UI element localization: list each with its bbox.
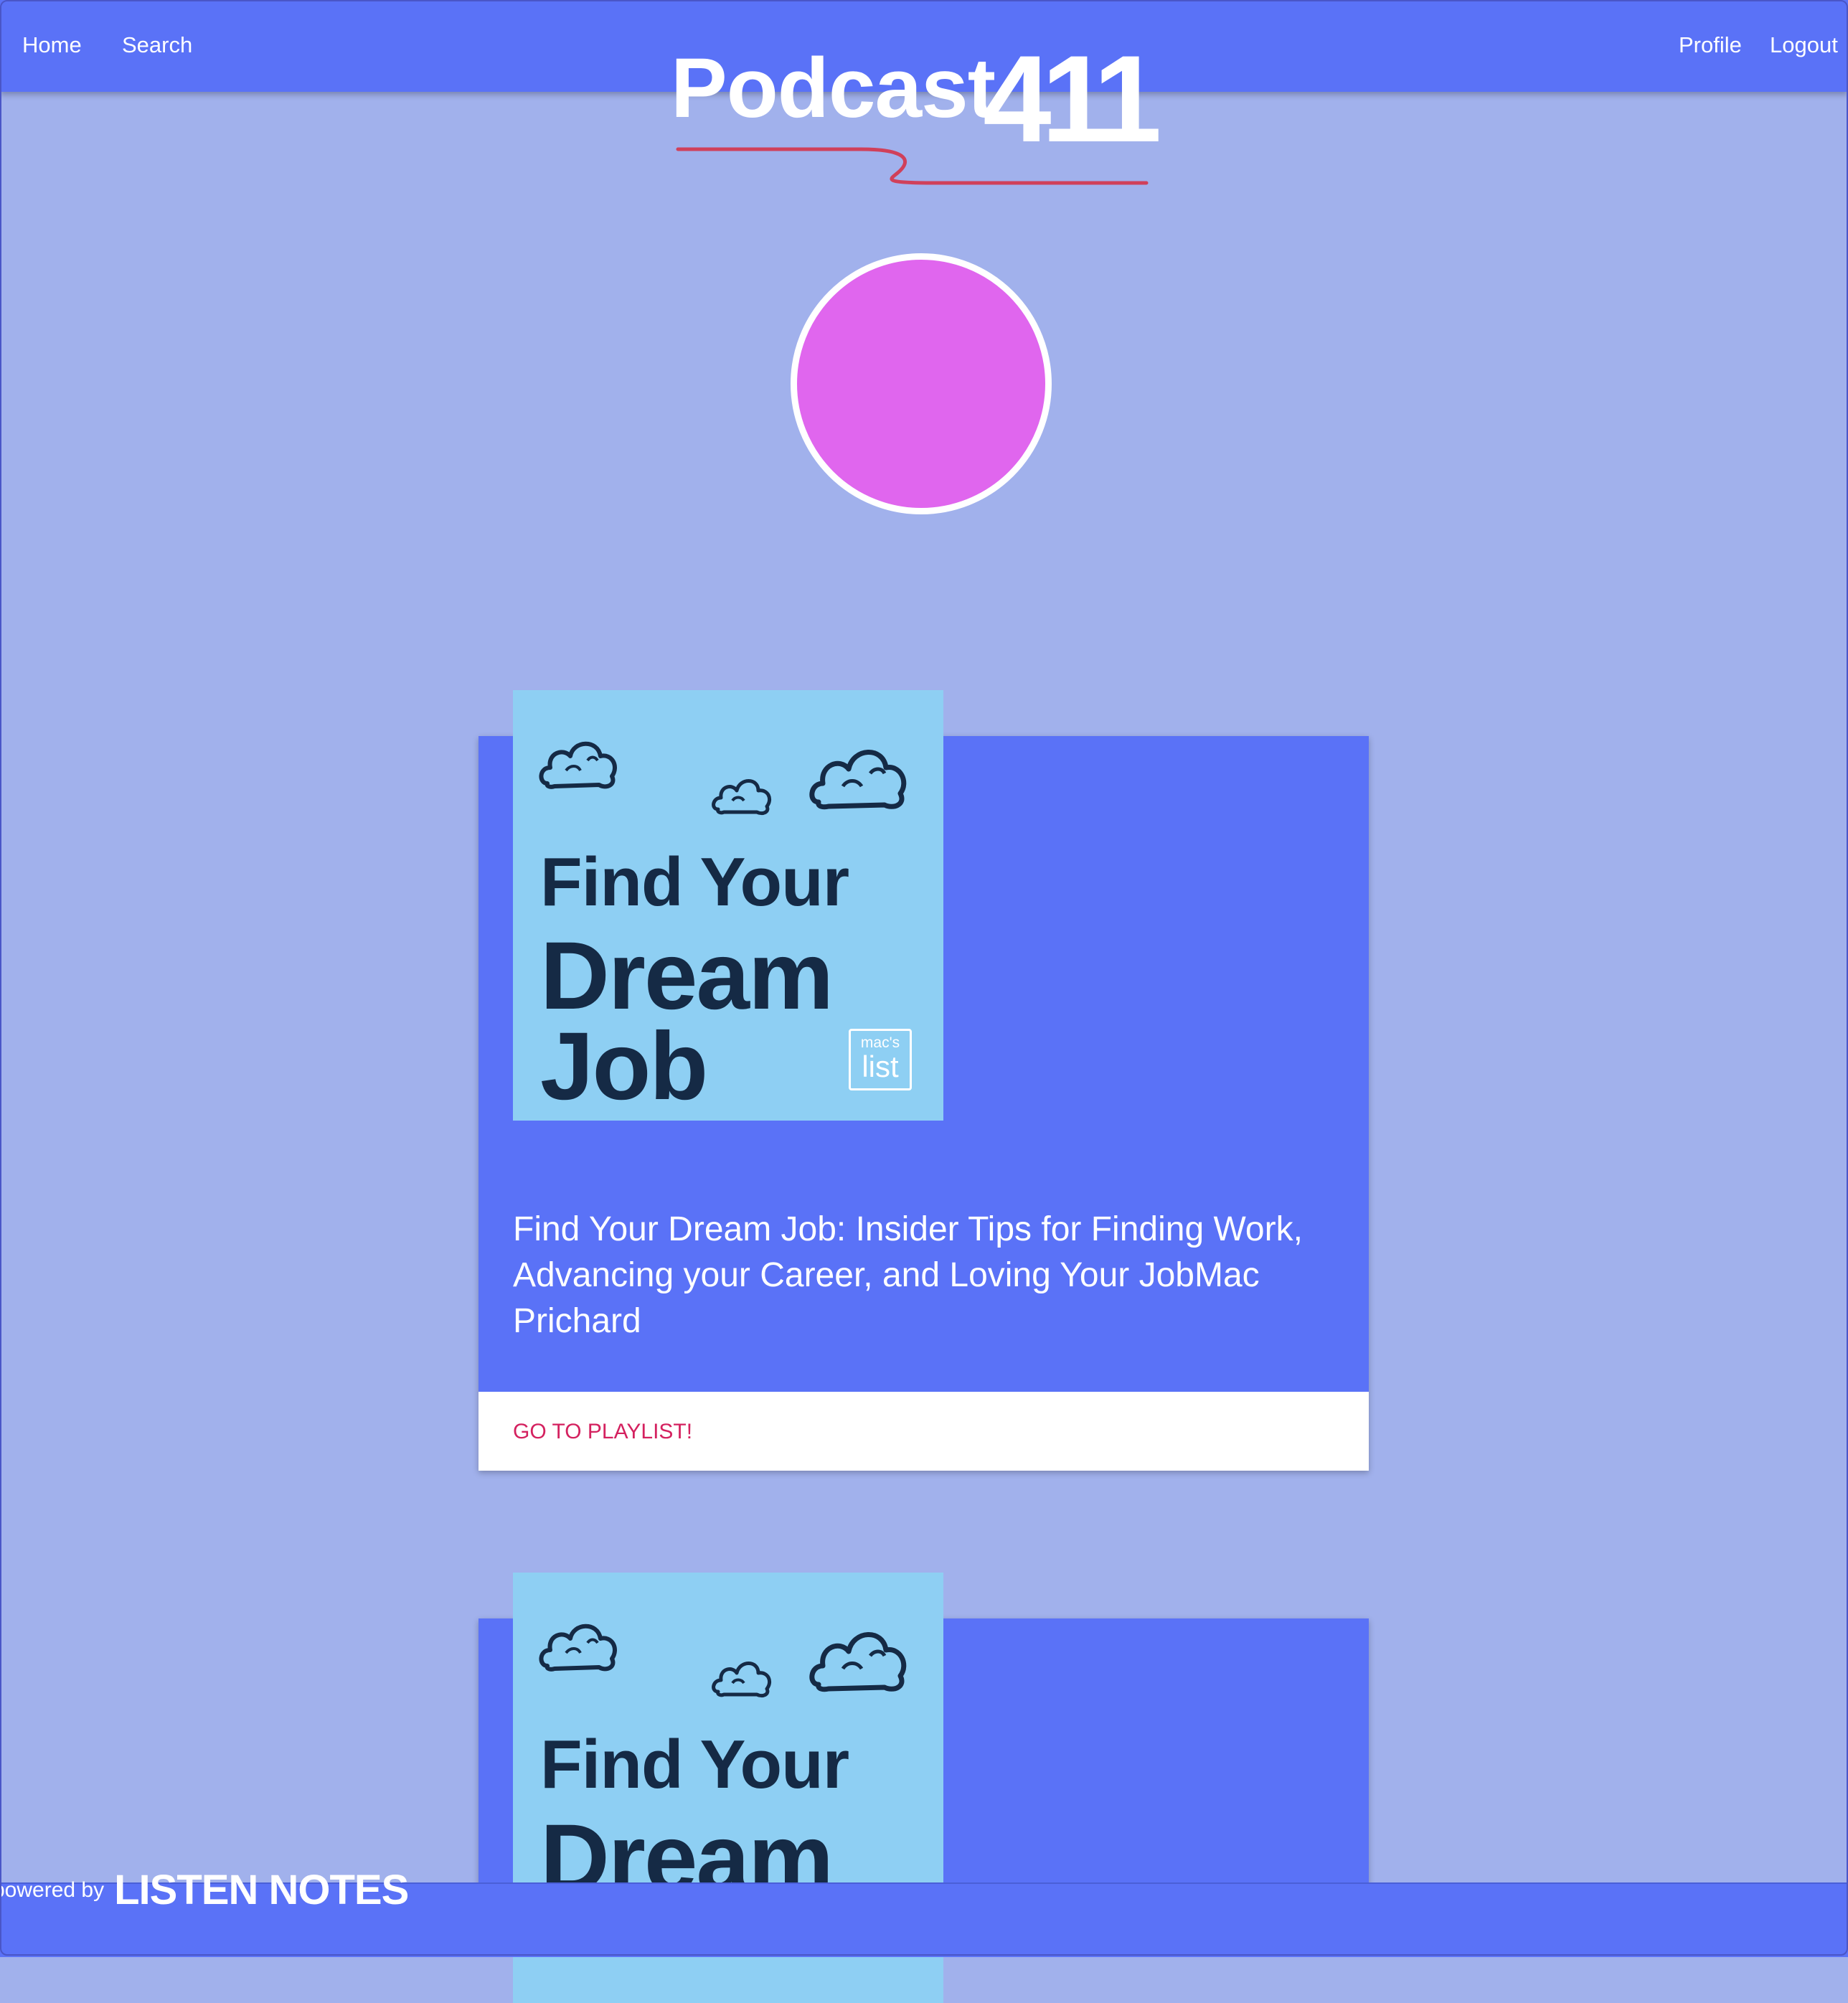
macs-list-badge: mac's list: [849, 1029, 912, 1090]
badge-bottom-text: list: [862, 1050, 899, 1083]
badge-top-text: mac's: [860, 1035, 900, 1051]
podcast-cover-image: Find Your Dream Job mac's list: [513, 690, 943, 1121]
go-to-playlist-button[interactable]: GO TO PLAYLIST!: [513, 1418, 692, 1446]
user-avatar: [791, 253, 1052, 514]
powered-by-listen-notes[interactable]: powered by LISTEN NOTES: [0, 1870, 409, 1911]
cloud-icon: [539, 1623, 617, 1672]
cloud-icon: [809, 750, 907, 810]
nav-home-link[interactable]: Home: [22, 30, 82, 60]
cloud-icon: [712, 1662, 771, 1698]
cloud-icon: [712, 779, 771, 816]
cloud-icon: [539, 741, 617, 789]
cover-title: Find Your Dream Job: [540, 848, 849, 1115]
cloud-icon: [809, 1632, 907, 1692]
podcast-description: Find Your Dream Job: Insider Tips for Fi…: [513, 1210, 1303, 1340]
top-navbar: Home Search Profile Logout: [0, 0, 1848, 92]
logo-underline-squiggle: [676, 147, 1149, 185]
powered-by-label: powered by: [0, 1878, 105, 1902]
cover-line-2: Dream: [540, 923, 834, 1029]
podcast-card: Find Your Dream Job mac's list Find Your…: [478, 690, 1369, 1471]
nav-search-link[interactable]: Search: [122, 30, 192, 60]
nav-logout-link[interactable]: Logout: [1770, 30, 1838, 60]
cover-line-3: Job: [540, 1013, 708, 1120]
nav-profile-link[interactable]: Profile: [1679, 30, 1742, 60]
card-action-bar: GO TO PLAYLIST!: [478, 1392, 1369, 1471]
cover-line-1: Find Your: [540, 1726, 849, 1803]
cover-line-1: Find Your: [540, 844, 849, 920]
podcast-card: Find Your Dream: [478, 1573, 1369, 2003]
listen-notes-logo: LISTEN NOTES: [114, 1867, 409, 1913]
cover-title: Find Your Dream: [540, 1726, 849, 1907]
